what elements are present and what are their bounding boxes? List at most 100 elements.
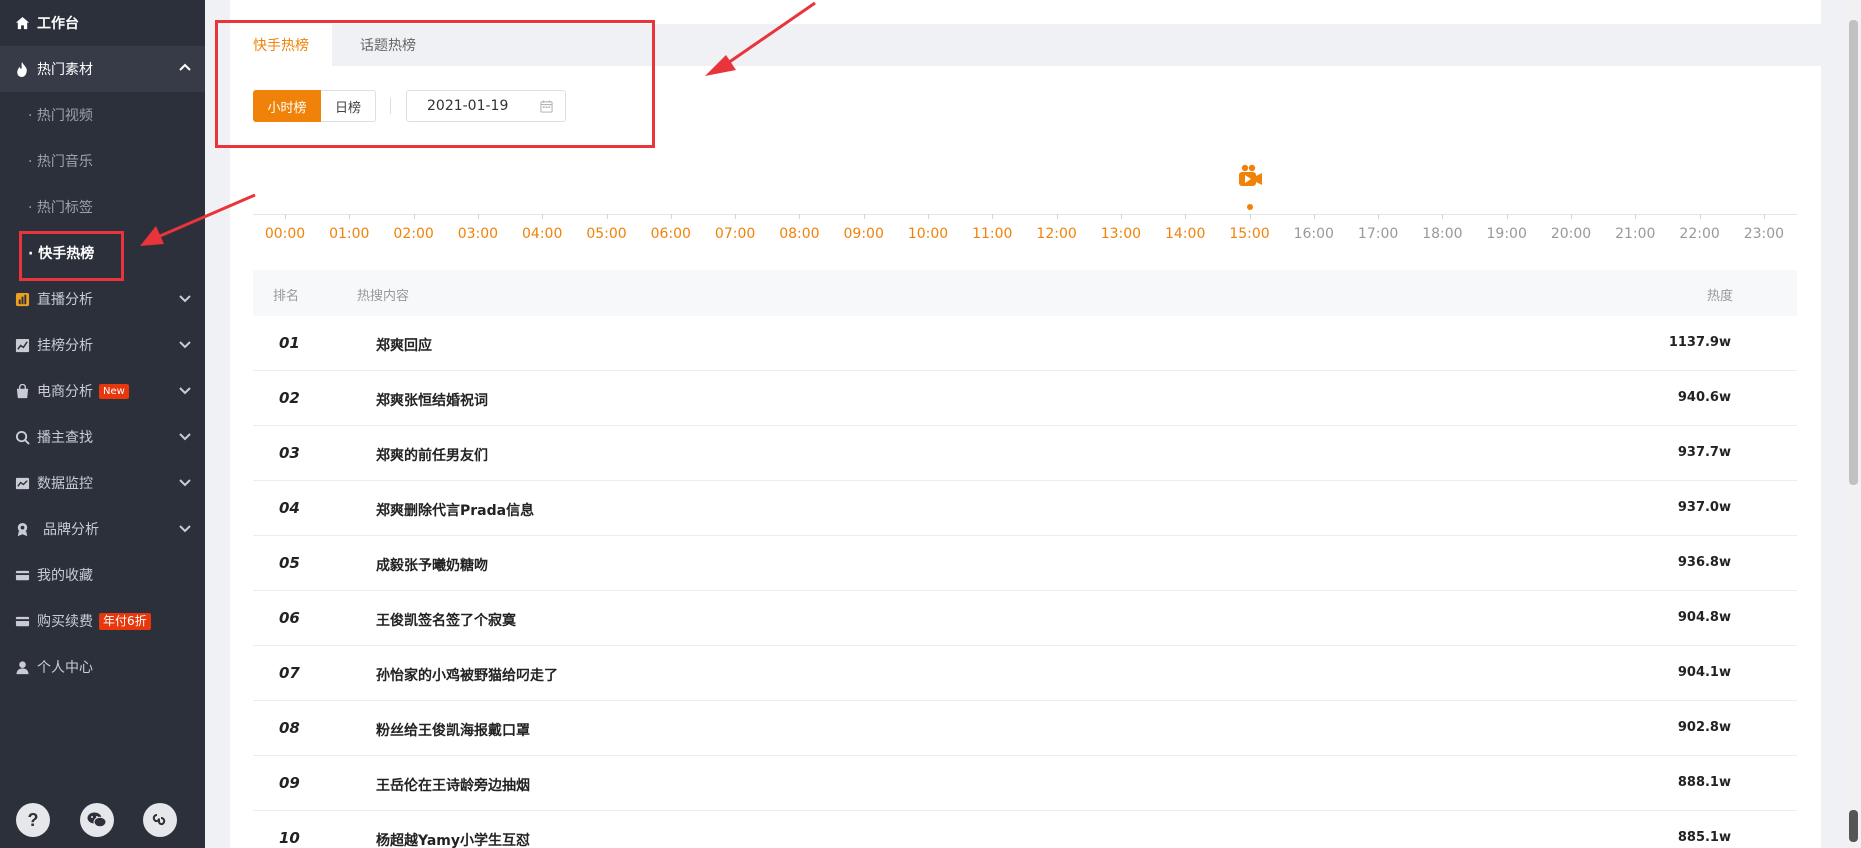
hour-label[interactable]: 07:00 — [705, 226, 765, 242]
row-title[interactable]: 王岳伦在王诗龄旁边抽烟 — [376, 775, 530, 795]
row-title[interactable]: 孙怡家的小鸡被野猫给叼走了 — [376, 665, 558, 685]
trend-chart-icon — [13, 336, 31, 354]
wechat-icon[interactable] — [80, 803, 114, 837]
sidebar-subitem-label: · 热门视频 — [28, 108, 93, 124]
sidebar-subitem-hot-tags[interactable]: · 热门标签 — [0, 184, 205, 230]
row-title[interactable]: 郑爽的前任男友们 — [376, 445, 488, 465]
hour-label[interactable]: 13:00 — [1091, 226, 1151, 242]
sidebar-item-data-monitor[interactable]: 数据监控 — [0, 460, 205, 506]
hour-label[interactable]: 06:00 — [641, 226, 701, 242]
row-title[interactable]: 粉丝给王俊凯海报戴口罩 — [376, 720, 530, 740]
scrollbar-thumb[interactable] — [1849, 20, 1858, 485]
fire-icon — [13, 60, 31, 78]
sidebar-subitem-hot-music[interactable]: · 热门音乐 — [0, 138, 205, 184]
hour-label[interactable]: 04:00 — [512, 226, 572, 242]
header-heat: 热度 — [1706, 289, 1733, 304]
sidebar-item-personal-center[interactable]: 个人中心 — [0, 644, 205, 690]
chevron-down-icon — [177, 290, 193, 306]
help-icon[interactable]: ? — [16, 803, 50, 837]
sidebar-subitem-hot-videos[interactable]: · 热门视频 — [0, 92, 205, 138]
header-rank: 排名 — [273, 289, 300, 304]
timeline-tick — [992, 214, 994, 219]
sidebar-item-label: 挂榜分析 — [37, 338, 93, 354]
row-title[interactable]: 王俊凯签名签了个寂寞 — [376, 610, 516, 630]
table-row[interactable]: 05 成毅张予曦奶糖吻 936.8w — [253, 536, 1797, 591]
sidebar-item-anchor-search[interactable]: 播主查找 — [0, 414, 205, 460]
monitor-chart-icon — [13, 474, 31, 492]
hour-label[interactable]: 10:00 — [898, 226, 958, 242]
timeline-tick — [1571, 214, 1572, 219]
timeline-tick — [1378, 214, 1380, 219]
timeline-tick — [928, 214, 929, 219]
hour-label[interactable]: 11:00 — [962, 226, 1022, 242]
search-icon — [13, 428, 31, 446]
table-row[interactable]: 04 郑爽删除代言Prada信息 937.0w — [253, 481, 1797, 536]
hour-label[interactable]: 12:00 — [1027, 226, 1087, 242]
row-heat: 1137.9w — [1668, 335, 1731, 350]
table-row[interactable]: 06 王俊凯签名签了个寂寞 904.8w — [253, 591, 1797, 646]
sidebar-item-label: 数据监控 — [37, 476, 93, 492]
table-row[interactable]: 03 郑爽的前任男友们 937.7w — [253, 426, 1797, 481]
credit-card-icon — [13, 612, 31, 630]
sidebar-item-label: 热门素材 — [37, 62, 93, 78]
vertical-scrollbar[interactable] — [1846, 0, 1861, 848]
header-content: 热搜内容 — [357, 289, 410, 304]
sidebar-item-ranking-analysis[interactable]: 挂榜分析 — [0, 322, 205, 368]
hour-label[interactable]: 03:00 — [448, 226, 508, 242]
hour-label[interactable]: 16:00 — [1284, 226, 1344, 242]
row-rank: 02 — [279, 389, 300, 407]
table-row[interactable]: 08 粉丝给王俊凯海报戴口罩 902.8w — [253, 701, 1797, 756]
sidebar-item-my-favorites[interactable]: 我的收藏 — [0, 552, 205, 598]
row-title[interactable]: 郑爽张恒结婚祝词 — [376, 390, 488, 410]
hour-label[interactable]: 21:00 — [1605, 226, 1665, 242]
timeline-tick — [1313, 214, 1315, 219]
new-badge: New — [99, 383, 129, 399]
sidebar-item-live-analysis[interactable]: 直播分析 — [0, 276, 205, 322]
hour-label[interactable]: 17:00 — [1348, 226, 1408, 242]
sidebar-item-purchase[interactable]: 购买续费 年付6折 — [0, 598, 205, 644]
table-row[interactable]: 01 郑爽回应 1137.9w — [253, 316, 1797, 371]
sidebar-item-brand-analysis[interactable]: 品牌分析 — [0, 506, 205, 552]
hour-label[interactable]: 15:00 — [1220, 226, 1280, 242]
sidebar-item-label: 电商分析 — [37, 384, 93, 400]
hour-label[interactable]: 14:00 — [1155, 226, 1215, 242]
sidebar-item-hot-material[interactable]: 热门素材 — [0, 46, 205, 92]
row-title[interactable]: 郑爽删除代言Prada信息 — [376, 500, 534, 520]
row-rank: 06 — [279, 609, 300, 627]
hour-label[interactable]: 08:00 — [769, 226, 829, 242]
annotation-box-sidebar — [19, 231, 124, 281]
row-title[interactable]: 郑爽回应 — [376, 335, 432, 355]
hour-label[interactable]: 05:00 — [577, 226, 637, 242]
table-row[interactable]: 02 郑爽张恒结婚祝词 940.6w — [253, 371, 1797, 426]
scrollbar-thumb-bottom[interactable] — [1849, 810, 1858, 842]
table-row[interactable]: 09 王岳伦在王诗龄旁边抽烟 888.1w — [253, 756, 1797, 811]
hour-label[interactable]: 23:00 — [1734, 226, 1794, 242]
table-row[interactable]: 10 杨超越Yamy小学生互怼 885.1w — [253, 811, 1797, 848]
row-title[interactable]: 成毅张予曦奶糖吻 — [376, 555, 488, 575]
chevron-down-icon — [177, 382, 193, 398]
row-title[interactable]: 杨超越Yamy小学生互怼 — [376, 830, 530, 848]
hour-label[interactable]: 00:00 — [255, 226, 315, 242]
hour-label[interactable]: 22:00 — [1670, 226, 1730, 242]
mini-program-icon[interactable] — [143, 803, 177, 837]
timeline-tick — [1506, 214, 1508, 219]
hour-label[interactable]: 18:00 — [1412, 226, 1472, 242]
hour-label[interactable]: 19:00 — [1477, 226, 1537, 242]
hour-label[interactable]: 20:00 — [1541, 226, 1601, 242]
hour-label[interactable]: 09:00 — [834, 226, 894, 242]
row-heat: 902.8w — [1677, 720, 1731, 735]
sidebar-item-label: 工作台 — [37, 16, 79, 32]
timeline-tick — [413, 214, 415, 219]
timeline-tick — [670, 214, 672, 219]
sidebar-item-label: 个人中心 — [37, 660, 93, 676]
hour-timeline: 00:00 01:00 02:00 03:00 04:00 05:00 06:00 07:00… — [253, 150, 1797, 250]
svg-text:?: ? — [28, 810, 39, 830]
chevron-down-icon — [177, 428, 193, 444]
hour-label[interactable]: 01:00 — [319, 226, 379, 242]
hour-label[interactable]: 02:00 — [384, 226, 444, 242]
sidebar-item-ecommerce-analysis[interactable]: 电商分析 New — [0, 368, 205, 414]
sidebar-item-workbench[interactable]: 工作台 — [0, 0, 205, 46]
timeline-tick — [1635, 214, 1637, 219]
sidebar-subitem-label: · 热门标签 — [28, 200, 93, 216]
table-row[interactable]: 07 孙怡家的小鸡被野猫给叼走了 904.1w — [253, 646, 1797, 701]
